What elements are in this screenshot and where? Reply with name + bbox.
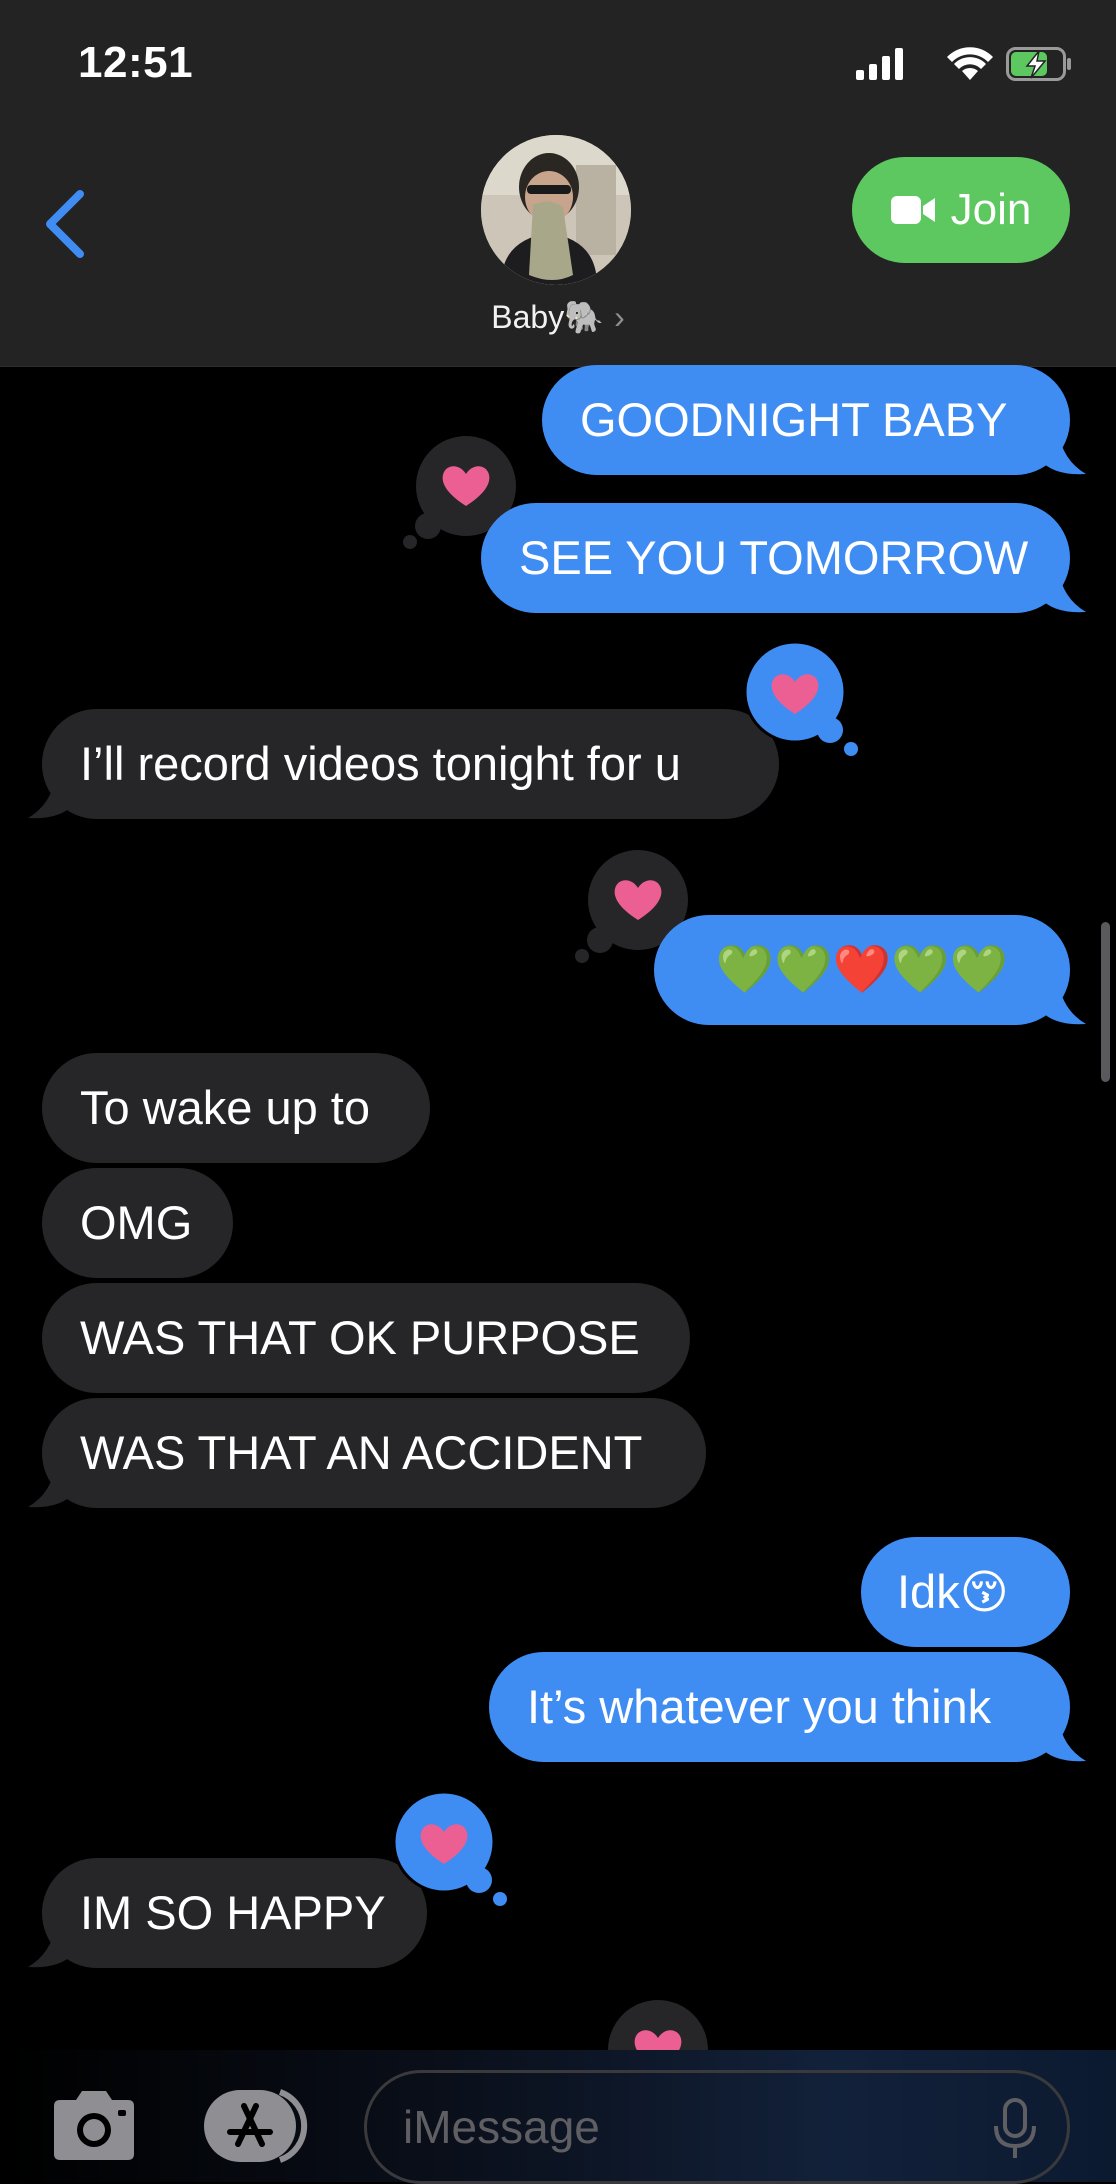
app-store-icon[interactable] [202, 2086, 314, 2166]
received-message[interactable]: WAS THAT OK PURPOSE [42, 1283, 690, 1393]
scroll-indicator[interactable] [1101, 922, 1110, 1082]
bubble-tail [28, 774, 74, 819]
imessage-input[interactable]: iMessage [364, 2070, 1070, 2184]
bubble-tail [1040, 568, 1086, 613]
heart-tapback[interactable] [740, 642, 860, 762]
join-label: Join [950, 185, 1032, 234]
bubble-tail [1040, 430, 1086, 475]
sent-message[interactable]: SEE YOU TOMORROW [481, 503, 1070, 613]
received-message[interactable]: OMG [42, 1168, 233, 1278]
received-message[interactable]: To wake up to [42, 1053, 430, 1163]
chevron-right-icon: › [614, 299, 625, 335]
back-chevron-icon[interactable] [36, 184, 96, 264]
microphone-icon[interactable] [990, 2098, 1040, 2162]
received-message[interactable]: WAS THAT AN ACCIDENT [42, 1398, 706, 1508]
video-camera-icon [890, 196, 935, 224]
sent-message[interactable]: GOODNIGHT BABY [542, 365, 1070, 475]
input-placeholder: iMessage [403, 2101, 600, 2153]
status-time: 12:51 [78, 38, 194, 87]
status-icons [856, 47, 1071, 81]
sent-message[interactable]: Idk😚 [861, 1537, 1070, 1647]
contact-name[interactable]: Baby🐘 › [0, 298, 1116, 336]
battery-charging-icon [1006, 47, 1071, 81]
conversation-header: 12:51 Baby🐘 › Join [0, 0, 1116, 367]
received-message[interactable]: IM SO HAPPY [42, 1858, 427, 1968]
heart-tapback[interactable] [606, 1998, 726, 2058]
bubble-tail [28, 1463, 74, 1508]
signal-icon [856, 48, 903, 80]
camera-icon[interactable] [46, 2088, 142, 2164]
bubble-tail [1040, 1717, 1086, 1762]
join-facetime-button[interactable]: Join [852, 157, 1070, 263]
contact-name-label: Baby🐘 [491, 299, 605, 335]
avatar[interactable] [481, 135, 631, 285]
bubble-tail [28, 1923, 74, 1968]
received-message[interactable]: I’ll record videos tonight for u [42, 709, 779, 819]
sent-message[interactable]: 💚💚❤️💚💚 [654, 915, 1070, 1025]
wifi-icon [947, 47, 993, 80]
bubble-tail [1040, 980, 1086, 1025]
heart-tapback[interactable] [389, 1792, 509, 1912]
sent-message[interactable]: It’s whatever you think [489, 1652, 1070, 1762]
